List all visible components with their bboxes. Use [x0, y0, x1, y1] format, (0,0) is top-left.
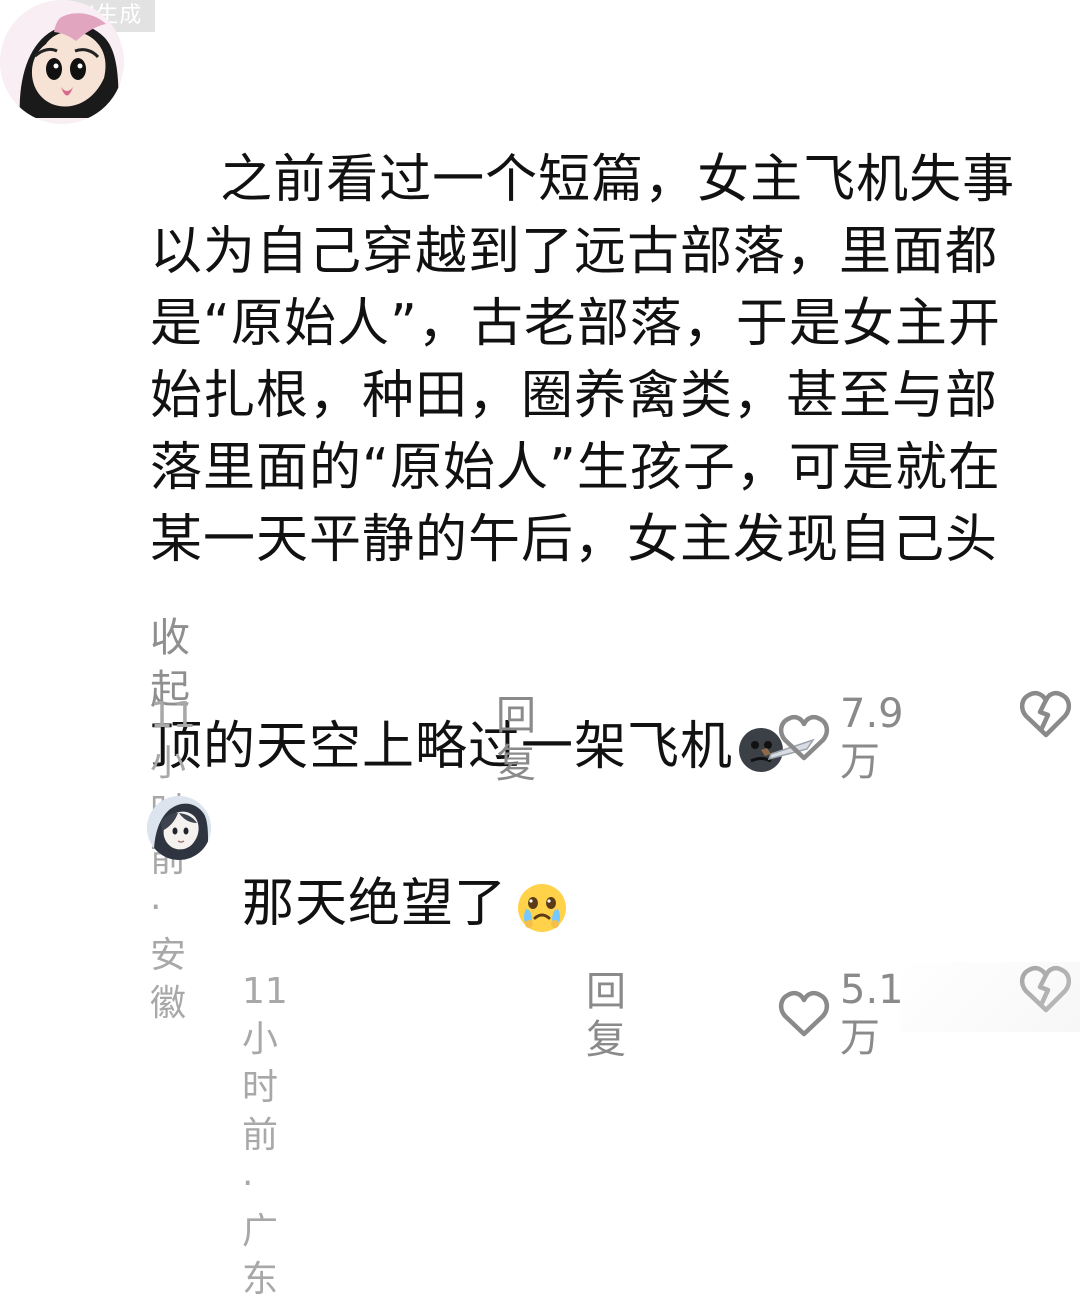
like-count-main: 7.9万 [840, 691, 904, 785]
user-avatar-main[interactable] [0, 0, 124, 124]
reply-text-content: 那天绝望了 [242, 874, 508, 934]
broken-heart-icon [1019, 690, 1072, 738]
comment-meta-main: 11小时前 · 安徽 [150, 695, 196, 1024]
crying-face-icon [511, 877, 573, 937]
user-avatar-reply[interactable] [147, 796, 211, 860]
bottom-right-overlay [900, 962, 1080, 1032]
heart-outline-icon [778, 990, 830, 1038]
comment-body: 之前看过一个短篇，女主飞机失事以为自己穿越到了远古部落，里面都是“原始人”，古老… [150, 72, 1040, 996]
reply-button-reply[interactable]: 回复 [586, 968, 626, 1064]
like-count-reply: 5.1万 [840, 967, 904, 1061]
reply-body: 那天绝望了 [242, 868, 942, 940]
like-button-main[interactable]: 7.9万 [778, 690, 904, 786]
dislike-button-main[interactable] [1018, 689, 1074, 739]
comment-text-content: 之前看过一个短篇，女主飞机失事以为自己穿越到了远古部落，里面都是“原始人”，古老… [150, 150, 1016, 777]
heart-outline-icon [778, 714, 830, 762]
reply-button-main[interactable]: 回复 [496, 692, 536, 788]
comment-meta-reply: 11小时前 · 广东 [242, 971, 288, 1300]
like-button-reply[interactable]: 5.1万 [778, 966, 904, 1062]
